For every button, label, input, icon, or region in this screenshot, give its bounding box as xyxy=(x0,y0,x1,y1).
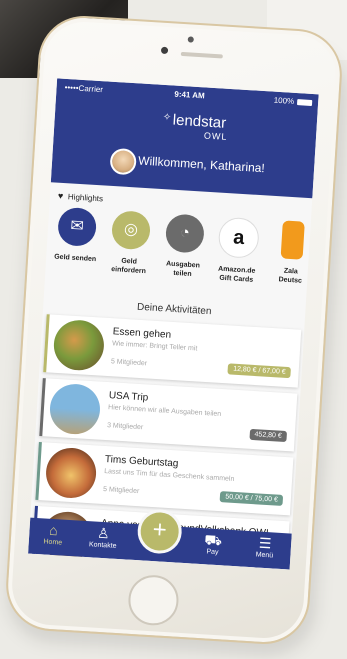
nav-label: Pay xyxy=(206,548,219,557)
highlight-label: Zala Deutsc xyxy=(278,267,303,285)
highlight-label: Geld einfordern xyxy=(111,257,147,276)
person-icon: ♙ xyxy=(96,524,111,542)
avatar[interactable] xyxy=(109,147,137,176)
app-screen: •••••Carrier 9:41 AM 100% ✧ lendstar OWL… xyxy=(28,78,319,570)
camera xyxy=(160,46,169,55)
activity-title: Essen gehen xyxy=(112,326,172,341)
carrier-label: •••••Carrier xyxy=(64,82,104,95)
activity-amount: 12,80 € / 67,00 € xyxy=(227,363,291,379)
activity-amount: 50,00 € / 75,00 € xyxy=(220,491,284,506)
speaker xyxy=(180,51,223,59)
phone-frame: •••••Carrier 9:41 AM 100% ✧ lendstar OWL… xyxy=(3,13,345,647)
activity-image xyxy=(52,318,106,372)
nav-contacts[interactable]: ♙ Kontakte xyxy=(83,521,125,550)
highlight-zalando[interactable]: Zala Deutsc xyxy=(265,220,319,287)
highlight-send-money[interactable]: ✉ Geld senden xyxy=(50,206,103,264)
highlight-label: Geld senden xyxy=(54,253,97,264)
nav-menu[interactable]: ☰ Menü xyxy=(244,531,286,560)
activity-desc: Lasst uns Tim für das Geschenk sammeln xyxy=(104,468,235,483)
activity-desc: Wie immer: Bringt Teller mit xyxy=(111,340,198,353)
split-expenses-circle: ◔ xyxy=(164,213,206,254)
nav-label: Menü xyxy=(255,551,274,560)
highlight-amazon-gift[interactable]: a Amazon.de Gift Cards xyxy=(211,216,265,285)
brand-logo: lendstar xyxy=(172,111,227,132)
clock: 9:41 AM xyxy=(174,89,206,101)
phone-money-icon: ✉ xyxy=(69,217,85,236)
battery-percent: 100% xyxy=(273,95,295,106)
activity-image xyxy=(44,446,98,500)
home-icon: ⌂ xyxy=(48,521,59,539)
activity-amount: 452,80 € xyxy=(249,428,288,443)
pie-icon: ◔ xyxy=(179,224,191,242)
amazon-circle: a xyxy=(217,216,260,259)
activity-members: 5 Mitglieder xyxy=(110,358,148,368)
amazon-logo-icon: a xyxy=(232,226,245,250)
nav-label: Kontakte xyxy=(88,541,117,550)
highlight-label: Ausgaben teilen xyxy=(165,260,201,278)
battery-icon xyxy=(296,99,313,107)
highlight-label: Amazon.de Gift Cards xyxy=(217,265,256,284)
menu-icon: ☰ xyxy=(258,534,272,552)
activity-desc: Hier können wir alle Ausgaben teilen xyxy=(107,404,222,419)
highlights-title: Highlights xyxy=(67,192,104,204)
welcome-text: Willkommen, Katharina! xyxy=(137,153,266,176)
nav-label: Home xyxy=(43,538,63,547)
activity-card[interactable]: Tims Geburtstag Lasst uns Tim für das Ge… xyxy=(35,441,294,516)
zalando-circle xyxy=(280,220,305,260)
activity-title: USA Trip xyxy=(108,390,149,404)
nav-home[interactable]: ⌂ Home xyxy=(33,518,75,547)
activity-card[interactable]: USA Trip Hier können wir alle Ausgaben t… xyxy=(39,378,298,452)
app-header: •••••Carrier 9:41 AM 100% ✧ lendstar OWL… xyxy=(50,78,319,199)
activity-title: Tims Geburtstag xyxy=(104,454,179,470)
brand-sub: OWL xyxy=(203,130,228,142)
sensor-dot xyxy=(187,36,194,43)
highlight-request-money[interactable]: ◎ Geld einfordern xyxy=(103,210,157,277)
activity-image xyxy=(48,382,102,436)
home-button[interactable] xyxy=(126,573,180,627)
logo-star-icon: ✧ xyxy=(162,111,172,124)
request-money-circle: ◎ xyxy=(110,210,152,251)
heart-icon: ♥ xyxy=(57,190,64,201)
nav-pay[interactable]: ⛟ Pay xyxy=(192,528,234,557)
cart-icon: ⛟ xyxy=(203,531,223,549)
highlight-split-expenses[interactable]: ◔ Ausgaben teilen xyxy=(157,213,211,280)
status-bar: •••••Carrier 9:41 AM 100% xyxy=(56,82,318,110)
send-money-circle: ✉ xyxy=(56,206,98,248)
activity-card[interactable]: Essen gehen Wie immer: Bringt Teller mit… xyxy=(43,314,302,388)
coins-icon: ◎ xyxy=(123,220,139,239)
activity-members: 3 Mitglieder xyxy=(106,422,144,432)
activity-members: 5 Mitglieder xyxy=(102,485,140,496)
